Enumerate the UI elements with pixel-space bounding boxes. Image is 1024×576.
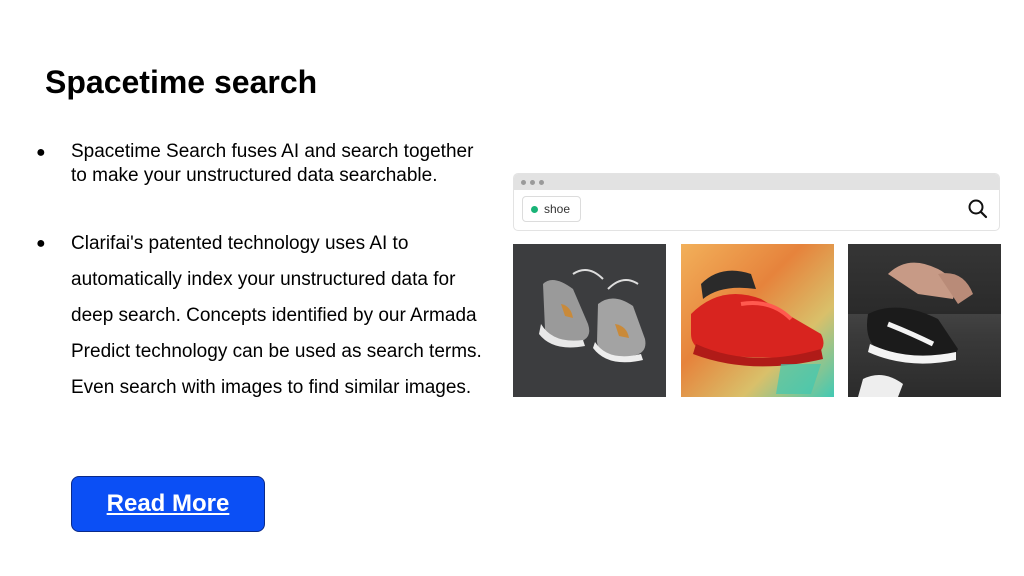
- grey-sneakers-image: [513, 244, 666, 397]
- search-bar: shoe: [514, 190, 999, 230]
- read-more-button[interactable]: Read More: [71, 476, 265, 532]
- window-dots-icon: [514, 174, 999, 190]
- red-sneakers-image: [681, 244, 834, 397]
- search-tag-label: shoe: [544, 202, 571, 216]
- bullet-text: Spacetime Search fuses AI and search tog…: [71, 141, 474, 186]
- search-icon[interactable]: [967, 198, 989, 220]
- slide: Spacetime search ● Spacetime Search fuse…: [0, 0, 1024, 576]
- search-browser-mockup: shoe: [513, 173, 1000, 231]
- bullet-text: Clarifai's patented technology uses AI t…: [71, 233, 482, 398]
- black-sneakers-image: [848, 244, 1001, 397]
- bullet-marker: ●: [36, 235, 46, 252]
- bullet-marker: ●: [36, 144, 46, 161]
- page-title: Spacetime search: [45, 64, 318, 100]
- bullet-item: ● Clarifai's patented technology uses AI…: [36, 226, 486, 406]
- bullet-list: ● Spacetime Search fuses AI and search t…: [36, 140, 486, 406]
- tag-status-dot: [531, 205, 538, 213]
- search-tag-chip[interactable]: shoe: [522, 196, 582, 222]
- bullet-item: ● Spacetime Search fuses AI and search t…: [36, 140, 486, 188]
